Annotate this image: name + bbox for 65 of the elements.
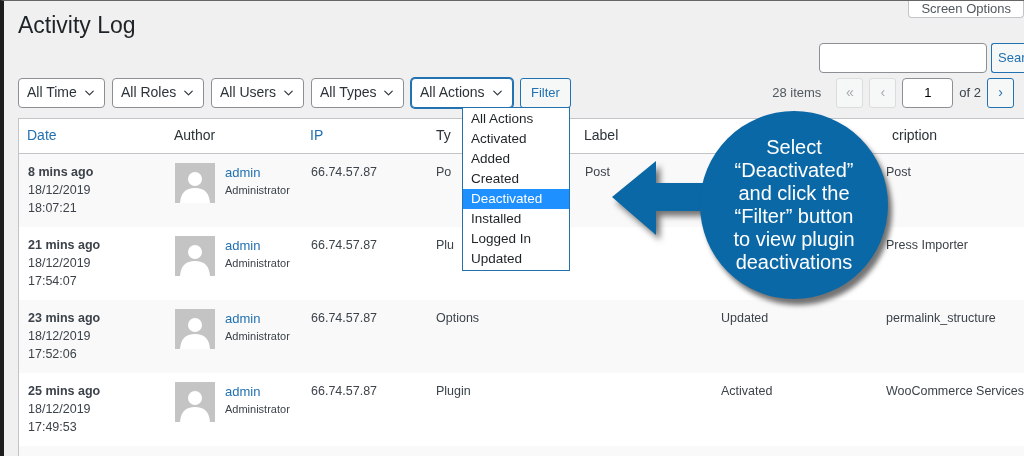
filter-select[interactable]: All Actions xyxy=(411,77,513,108)
time-text: 17:52:06 xyxy=(28,345,77,363)
dropdown-option[interactable]: Logged In xyxy=(463,229,569,249)
ip-text: 66.74.57.87 xyxy=(311,383,378,398)
time-text: 18:07:21 xyxy=(28,199,77,217)
ip-text: 66.74.57.87 xyxy=(311,310,378,325)
type-text: Po xyxy=(436,164,452,179)
role-text: Administrator xyxy=(225,329,290,345)
relative-time: 8 mins ago xyxy=(28,163,94,181)
author-link[interactable]: admin xyxy=(225,308,261,329)
avatar-icon xyxy=(175,308,215,349)
dropdown-option[interactable]: Installed xyxy=(463,209,569,229)
dropdown-option[interactable]: Added xyxy=(463,149,569,169)
column-header: Ty xyxy=(435,127,451,144)
dropdown-option[interactable]: All Actions xyxy=(463,109,569,129)
filter-select[interactable]: All Types xyxy=(311,77,404,108)
avatar-icon xyxy=(175,235,215,276)
dropdown-option[interactable]: Updated xyxy=(463,249,569,269)
role-text: Administrator xyxy=(225,183,290,199)
dropdown-option[interactable]: Activated xyxy=(463,129,569,149)
label-text: Post xyxy=(585,164,610,179)
page-total: of 2 xyxy=(959,83,981,102)
avatar-icon xyxy=(175,381,215,422)
role-text: Administrator xyxy=(225,402,290,418)
author-link[interactable]: admin xyxy=(225,381,261,402)
column-header[interactable]: Date xyxy=(19,127,57,144)
description-text: Press Importer xyxy=(886,237,968,252)
avatar-icon xyxy=(175,162,215,203)
type-text: Options xyxy=(436,310,480,325)
date-text: 18/12/2019 xyxy=(28,400,91,418)
column-header[interactable]: IP xyxy=(302,127,324,144)
date-text: 18/12/2019 xyxy=(28,181,91,199)
action-text: Activated xyxy=(721,383,773,398)
type-text: Plugin xyxy=(436,383,471,398)
description-text: WooCommerce Services xyxy=(886,383,1024,398)
date-text: 18/12/2019 xyxy=(28,254,91,272)
time-text: 17:49:53 xyxy=(28,418,77,436)
date-text: 18/12/2019 xyxy=(28,327,91,345)
description-text: permalink_structure xyxy=(886,310,996,325)
screen-options-button[interactable]: Screen Options xyxy=(908,1,1024,18)
author-link[interactable]: admin xyxy=(225,235,261,256)
author-link[interactable]: admin xyxy=(225,162,261,183)
column-header: cription xyxy=(891,127,938,144)
dropdown-option[interactable]: Created xyxy=(463,169,569,189)
column-header: Author xyxy=(173,127,216,144)
relative-time: 21 mins ago xyxy=(28,236,101,254)
page-number-field[interactable]: 1 xyxy=(902,77,954,108)
item-count: 28 items xyxy=(772,83,822,102)
ip-text: 66.74.57.87 xyxy=(311,164,378,179)
column-header: Label xyxy=(583,127,619,144)
relative-time: 25 mins ago xyxy=(28,382,101,400)
search-field[interactable] xyxy=(819,42,987,73)
type-text: Plu xyxy=(436,237,455,252)
ip-text: 66.74.57.87 xyxy=(311,237,378,252)
filter-select[interactable]: All Users xyxy=(211,77,304,108)
filter-select[interactable]: All Roles xyxy=(112,77,204,108)
relative-time: 23 mins ago xyxy=(28,309,101,327)
action-text: Updated xyxy=(721,310,769,325)
description-text: Post xyxy=(886,164,911,179)
time-text: 17:54:07 xyxy=(28,272,77,290)
page-title: Activity Log xyxy=(18,12,136,40)
role-text: Administrator xyxy=(225,256,290,272)
filter-button[interactable]: Filter xyxy=(520,77,571,108)
filter-select[interactable]: All Time xyxy=(18,77,105,108)
next-page-button[interactable]: › xyxy=(987,77,1014,108)
